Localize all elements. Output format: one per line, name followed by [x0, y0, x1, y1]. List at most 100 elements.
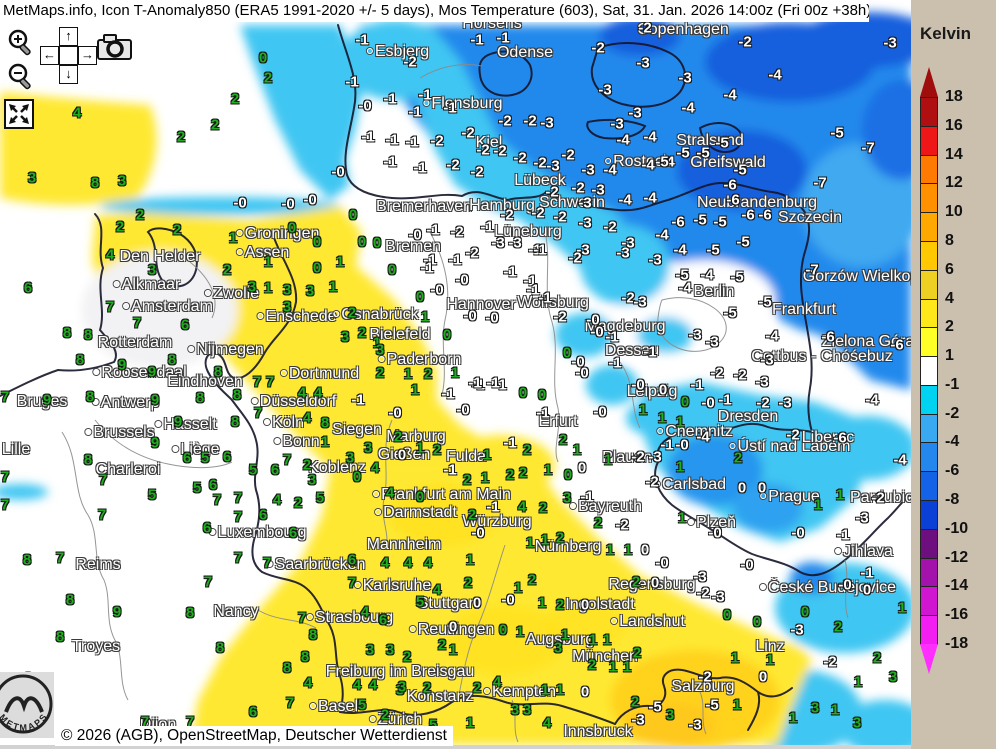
value-marker: 3 [306, 283, 314, 300]
scale-segment [920, 586, 938, 616]
zoom-in-button[interactable] [6, 28, 36, 65]
value-marker: -2 [545, 184, 558, 201]
value-marker: 7 [283, 452, 291, 469]
city-label: Berlin [694, 283, 735, 301]
value-marker: 9 [148, 364, 156, 381]
value-marker: -0 [701, 395, 714, 412]
value-marker: 1 [854, 674, 862, 691]
value-marker: 1 [676, 459, 684, 476]
value-marker: -4 [696, 429, 709, 446]
value-marker: 1 [678, 510, 686, 527]
value-marker: 1 [449, 642, 457, 659]
city-label: Flensburg [423, 95, 502, 113]
value-marker: -3 [581, 162, 594, 179]
value-marker: 4 [493, 674, 501, 691]
value-marker: -5 [830, 125, 843, 142]
value-marker: 0 [651, 575, 659, 592]
value-marker: -3 [705, 334, 718, 351]
value-marker: -0 [358, 98, 371, 115]
value-marker: -1 [486, 375, 499, 392]
city-label: Innsbruck [563, 723, 632, 741]
value-marker: -6 [821, 329, 834, 346]
scale-segment [920, 356, 938, 386]
value-marker: -4 [616, 132, 629, 149]
scale-segment [920, 529, 938, 559]
fullscreen-button[interactable] [4, 99, 34, 134]
value-marker: -2 [500, 207, 513, 224]
town-marker-icon [760, 584, 766, 590]
value-marker: -7 [861, 140, 874, 157]
value-marker: -0 [675, 437, 688, 454]
value-marker: 0 [259, 50, 267, 67]
town-marker-icon [172, 446, 178, 452]
town-marker-icon [484, 688, 490, 694]
attribution-bar[interactable]: © 2026 (AGB), OpenStreetMap, Deutscher W… [55, 726, 453, 746]
value-marker: 2 [588, 657, 596, 674]
value-marker: 7 [266, 374, 274, 391]
value-marker: 7 [204, 574, 212, 591]
pan-center-button[interactable] [59, 46, 78, 65]
value-marker: -1 [383, 154, 396, 171]
value-marker: 0 [358, 234, 366, 251]
pan-left-button[interactable]: ← [40, 46, 59, 65]
zoom-out-button[interactable] [6, 62, 36, 99]
value-marker: 8 [56, 629, 64, 646]
value-marker: 3 [283, 282, 291, 299]
value-marker: 1 [538, 595, 546, 612]
value-marker: -2 [531, 205, 544, 222]
value-marker: 9 [43, 392, 51, 409]
value-marker: -2 [533, 155, 546, 172]
pan-up-button[interactable]: ↑ [59, 27, 78, 46]
city-label: Enschede [257, 308, 336, 326]
value-marker: 1 [483, 447, 491, 464]
value-marker: 7 [348, 575, 356, 592]
value-marker: -0 [430, 282, 443, 299]
weather-map[interactable]: HorsensCopenhagenEsbjergOdenseFlensburgK… [0, 0, 911, 745]
value-marker: 2 [264, 70, 272, 87]
value-marker: 1 [541, 532, 549, 549]
value-marker: -2 [403, 54, 416, 71]
value-marker: 8 [76, 352, 84, 369]
value-marker: 2 [294, 495, 302, 512]
value-marker: -2 [871, 490, 884, 507]
value-marker: 4 [404, 555, 412, 572]
value-marker: 6 [223, 449, 231, 466]
city-label: Szczecin [778, 209, 842, 227]
snapshot-button[interactable] [96, 33, 134, 66]
scale-segment [920, 270, 938, 300]
value-marker: -1 [420, 260, 433, 277]
value-marker: 8 [216, 640, 224, 657]
town-marker-icon [252, 398, 258, 404]
value-marker: -2 [591, 40, 604, 57]
city-label: Darmstadt [375, 504, 457, 522]
value-marker: -1 [443, 462, 456, 479]
value-marker: 3 [283, 299, 291, 316]
value-marker: 3 [28, 170, 36, 187]
value-marker: 7 [1, 389, 9, 406]
pan-right-button[interactable]: → [78, 46, 97, 65]
value-marker: 4 [314, 385, 322, 402]
value-marker: -4 [643, 129, 656, 146]
value-marker: 4 [386, 485, 394, 502]
city-label: Rotterdam [98, 334, 173, 352]
value-marker: -6 [833, 430, 846, 447]
city-label: Gorzów Wielkopolski [803, 268, 911, 286]
scale-tick-label: 8 [945, 232, 954, 250]
value-marker: 6 [271, 462, 279, 479]
value-marker: -3 [576, 242, 589, 259]
value-marker: 2 [463, 472, 471, 489]
value-marker: 4 [543, 715, 551, 732]
value-marker: 7 [133, 315, 141, 332]
value-marker: 7 [234, 550, 242, 567]
city-label: Esbjerg [367, 43, 429, 61]
pan-down-button[interactable]: ↓ [59, 65, 78, 84]
value-marker: 1 [639, 402, 647, 419]
town-marker-icon [367, 48, 373, 54]
value-marker: -1 [643, 344, 656, 361]
value-marker: 0 [581, 684, 589, 701]
value-marker: 3 [308, 472, 316, 489]
value-marker: -1 [503, 435, 516, 452]
town-marker-icon [205, 290, 211, 296]
town-marker-icon [237, 249, 243, 255]
town-marker-icon [730, 443, 736, 449]
